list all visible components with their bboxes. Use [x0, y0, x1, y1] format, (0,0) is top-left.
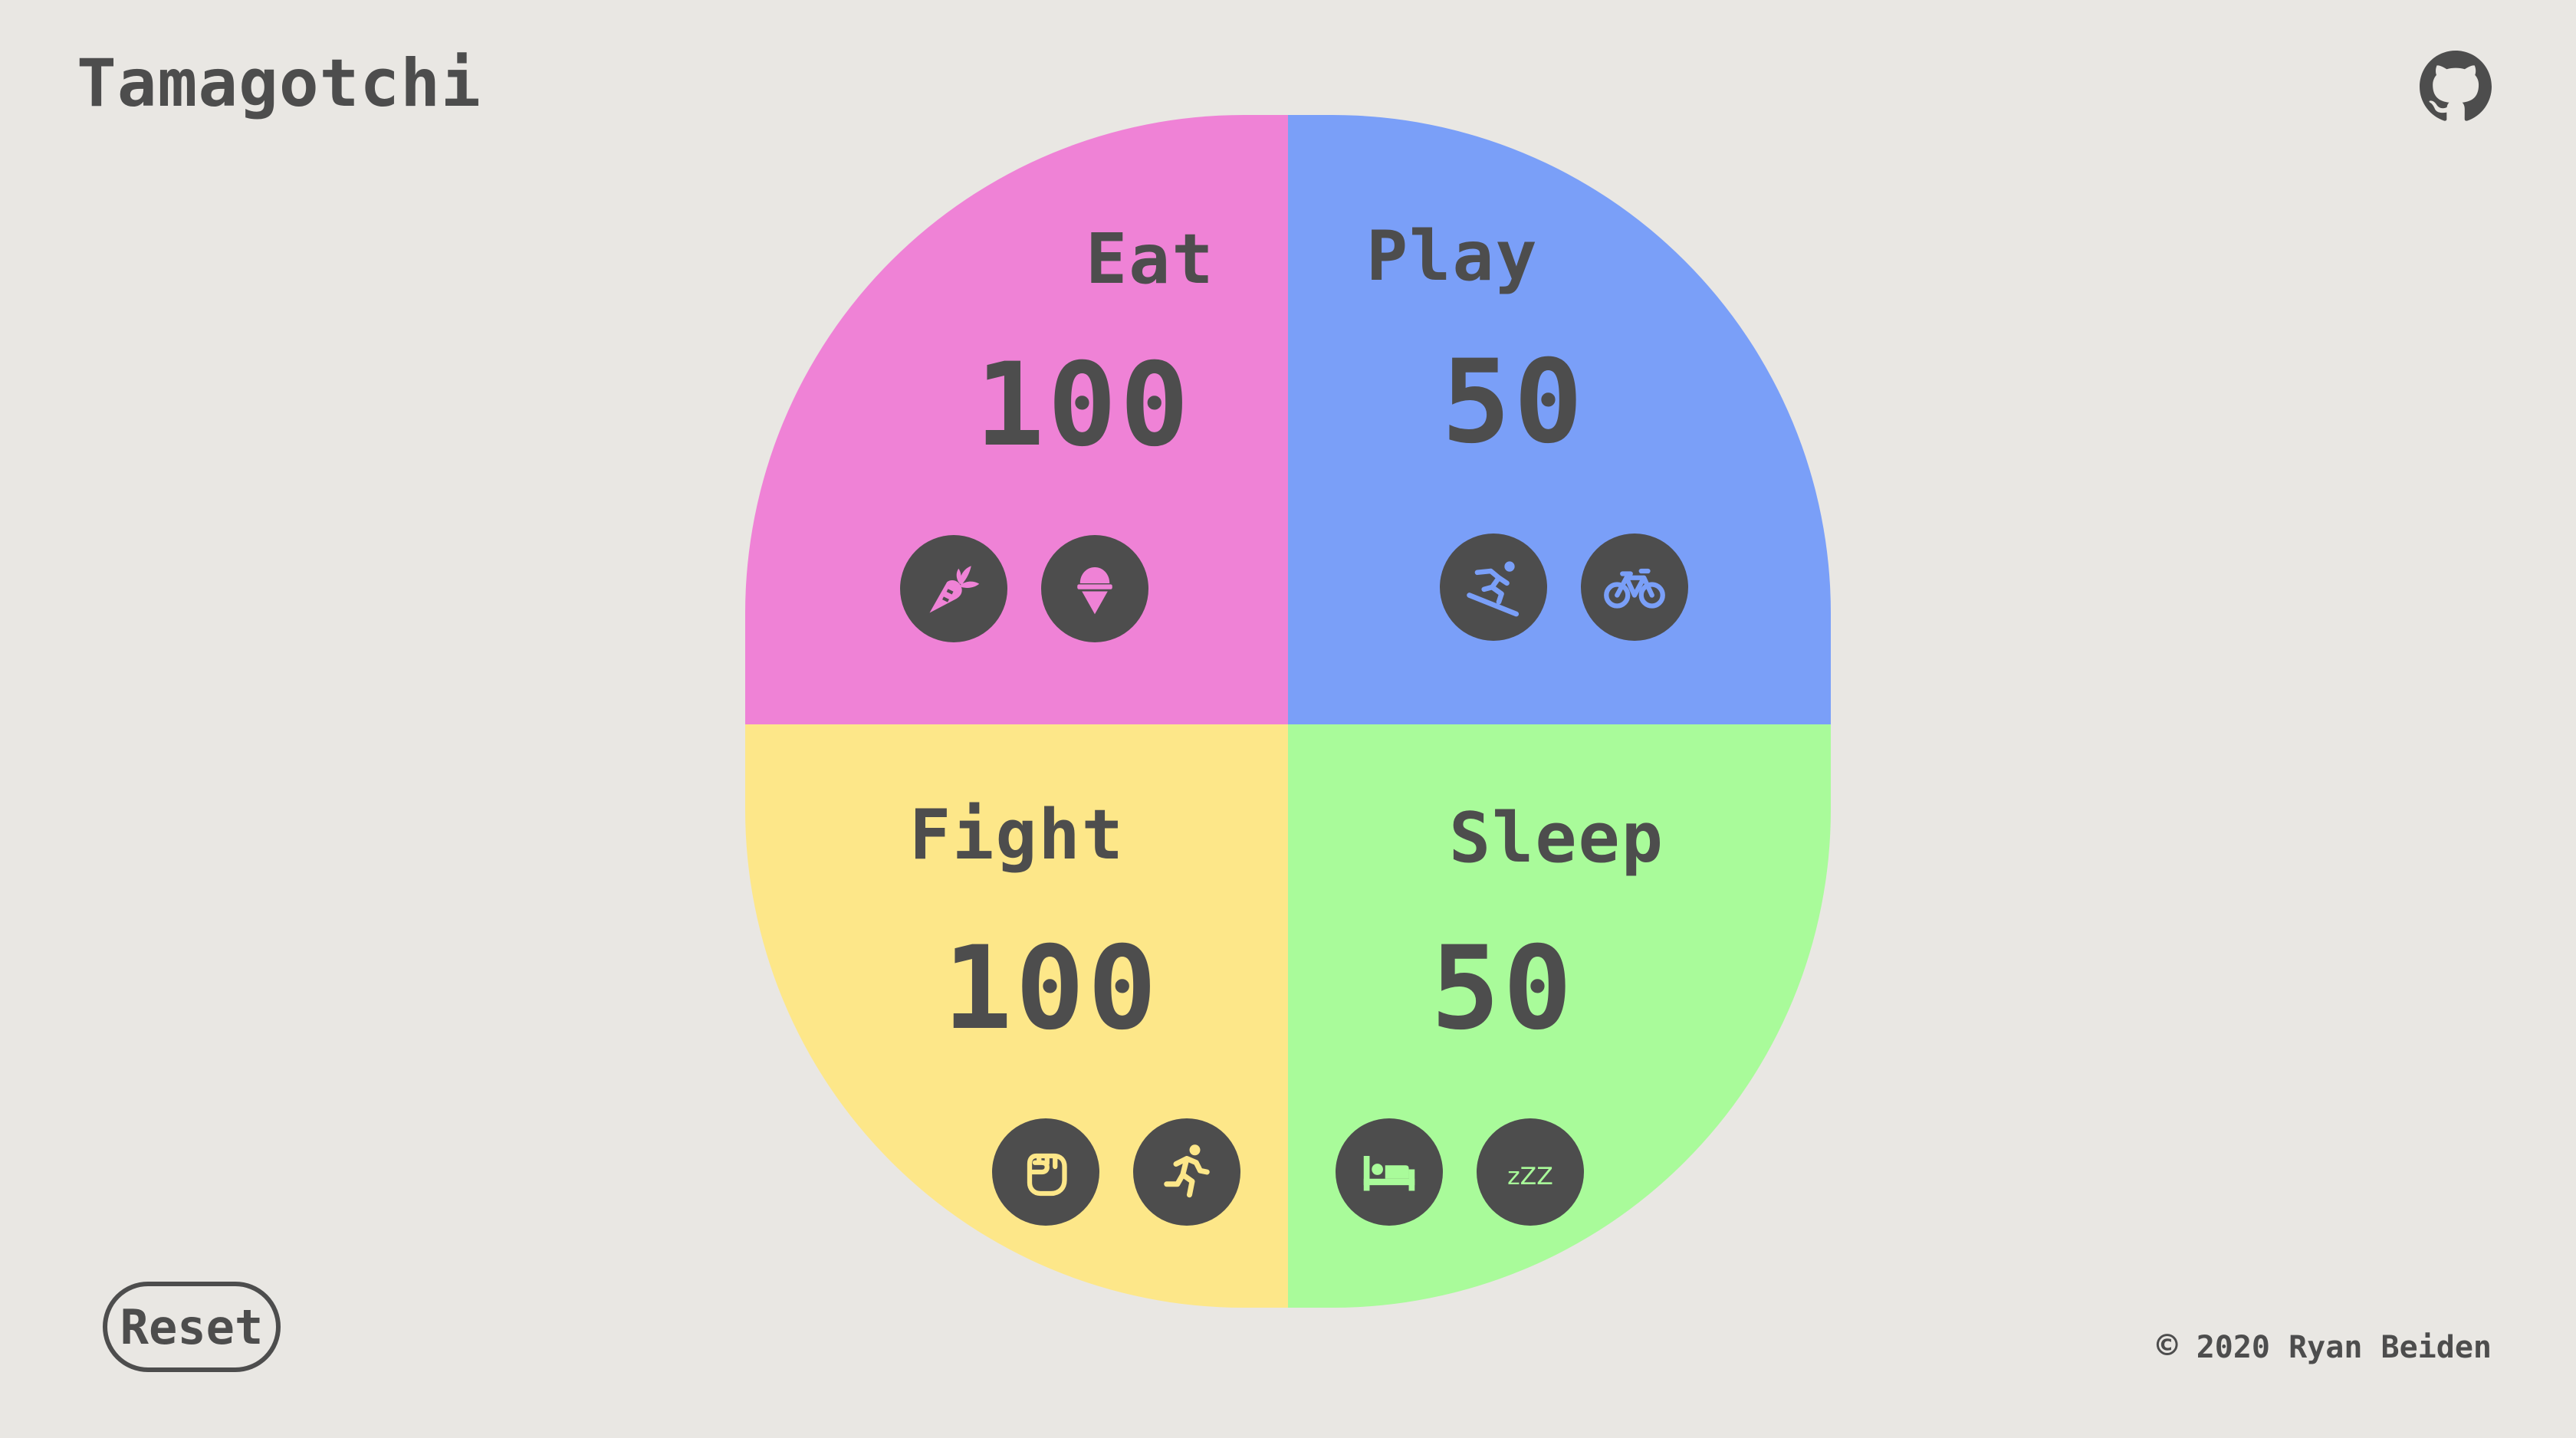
sleep-bed-button[interactable] [1336, 1118, 1443, 1226]
eat-actions [900, 535, 1148, 642]
fight-run-button[interactable] [1133, 1118, 1240, 1226]
play-ski-button[interactable] [1440, 534, 1547, 641]
feed-carrot-button[interactable] [900, 535, 1007, 642]
play-bike-button[interactable] [1581, 534, 1688, 641]
play-label: Play [1366, 216, 1539, 297]
copyright-text: 2020 Ryan Beiden [2196, 1330, 2492, 1365]
quadrant-sleep: Sleep 50 zZZ [1288, 724, 1831, 1308]
play-value: 50 [1441, 336, 1586, 469]
skiing-icon [1467, 561, 1520, 617]
fight-actions [992, 1118, 1240, 1226]
quadrant-play: Play 50 [1288, 115, 1831, 724]
pet-stats-board: Eat 100 Play 50 Fight 100 Sleep 50 zZZ [745, 115, 1831, 1308]
copyright-symbol: © [2156, 1325, 2178, 1366]
running-icon [1164, 1144, 1210, 1198]
sleep-actions: zZZ [1336, 1118, 1584, 1226]
zzz-icon: zZZ [1507, 1163, 1553, 1190]
copyright: © 2020 Ryan Beiden [2157, 1328, 2492, 1363]
eat-label: Eat [1086, 219, 1215, 300]
app-title: Tamagotchi [77, 45, 481, 122]
carrot-icon [929, 566, 980, 613]
eat-value: 100 [975, 339, 1192, 472]
github-link[interactable] [2420, 51, 2492, 123]
play-actions [1440, 534, 1688, 641]
quadrant-fight: Fight 100 [745, 724, 1288, 1308]
sleep-nap-button[interactable]: zZZ [1477, 1118, 1584, 1226]
fist-icon [1027, 1153, 1067, 1197]
sleep-value: 50 [1431, 922, 1576, 1056]
fight-punch-button[interactable] [992, 1118, 1099, 1226]
svg-text:zZZ: zZZ [1507, 1163, 1553, 1190]
feed-ice-cream-button[interactable] [1041, 535, 1148, 642]
sleep-label: Sleep [1449, 798, 1664, 878]
ice-cream-icon [1077, 567, 1112, 615]
fight-value: 100 [943, 922, 1160, 1056]
quadrant-eat: Eat 100 [745, 115, 1288, 724]
bicycle-icon [1604, 568, 1665, 609]
bed-icon [1363, 1156, 1415, 1191]
github-icon [2420, 51, 2492, 121]
reset-button[interactable]: Reset [103, 1282, 281, 1372]
fight-label: Fight [909, 795, 1125, 875]
